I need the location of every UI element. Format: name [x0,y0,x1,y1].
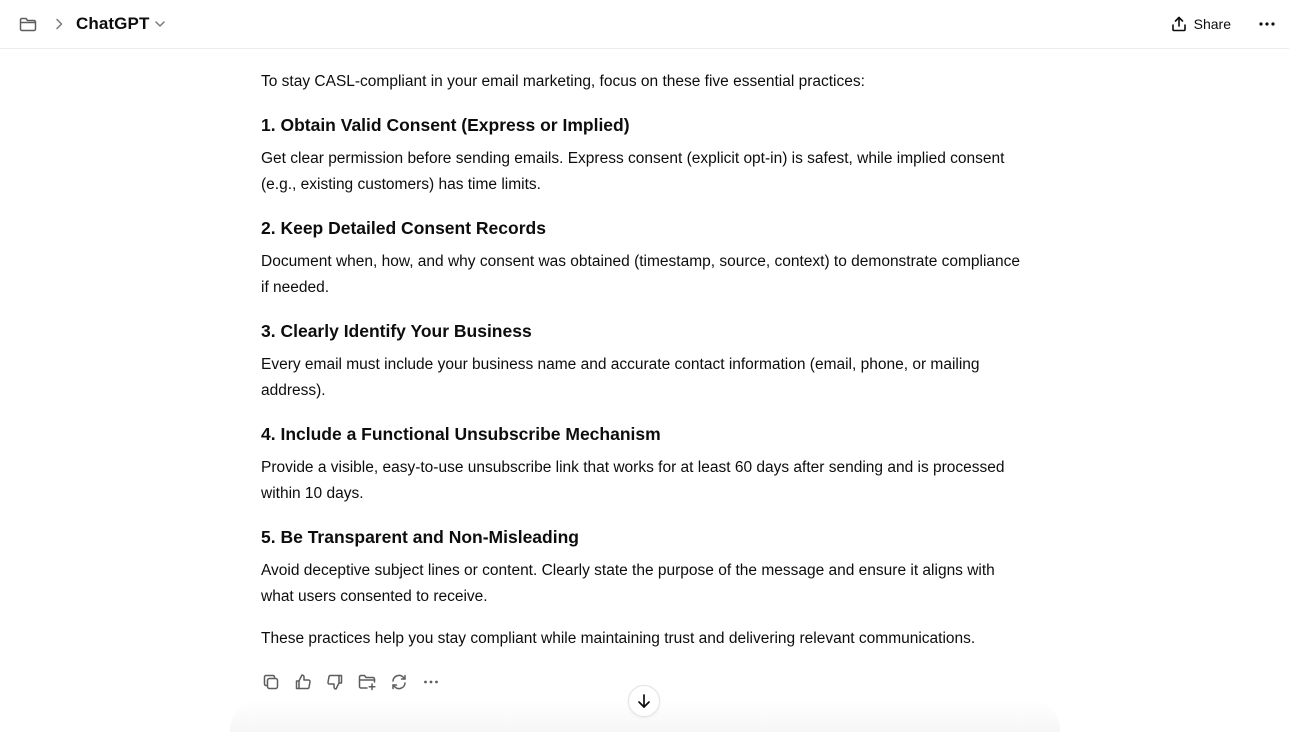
thumbs-up-icon[interactable] [291,670,315,694]
more-icon[interactable] [419,670,443,694]
arrow-down-icon [638,694,650,708]
page-title: ChatGPT [76,14,150,33]
message-actions [259,670,451,694]
section-2: 2. Keep Detailed Consent Records Documen… [261,216,1031,301]
section-body: Every email must include your business n… [261,356,980,399]
section-body: Provide a visible, easy-to-use unsubscri… [261,459,1005,502]
scroll-to-bottom-button[interactable] [628,685,660,717]
folder-icon[interactable] [18,14,38,34]
section-heading: 4. Include a Functional Unsubscribe Mech… [261,424,661,444]
message-closing: These practices help you stay compliant … [261,630,976,647]
copy-icon[interactable] [259,670,283,694]
share-button[interactable]: Share [1162,11,1239,37]
section-1: 1. Obtain Valid Consent (Express or Impl… [261,113,1031,198]
section-3: 3. Clearly Identify Your Business Every … [261,319,1031,404]
message-intro: To stay CASL-compliant in your email mar… [261,73,865,90]
top-bar-right: Share [1162,0,1279,48]
assistant-message: To stay CASL-compliant in your email mar… [261,68,1031,652]
chevron-down-icon [155,21,166,27]
breadcrumb-chevron-icon [38,17,66,31]
section-body: Avoid deceptive subject lines or content… [261,562,995,605]
section-4: 4. Include a Functional Unsubscribe Mech… [261,422,1031,507]
section-heading: 3. Clearly Identify Your Business [261,321,532,341]
folder-add-icon[interactable] [355,670,379,694]
top-bar-left: ChatGPT [18,0,167,48]
section-body: Get clear permission before sending emai… [261,150,1005,193]
section-heading: 5. Be Transparent and Non-Misleading [261,527,579,547]
more-options-icon[interactable] [1255,12,1279,36]
section-5: 5. Be Transparent and Non-Misleading Avo… [261,525,1031,610]
regenerate-icon[interactable] [387,670,411,694]
section-heading: 1. Obtain Valid Consent (Express or Impl… [261,115,630,135]
top-bar: ChatGPT Share [0,0,1289,49]
section-body: Document when, how, and why consent was … [261,253,1021,296]
section-heading: 2. Keep Detailed Consent Records [261,218,546,238]
share-icon [1171,16,1186,32]
thumbs-down-icon[interactable] [323,670,347,694]
share-label: Share [1193,16,1231,32]
model-selector[interactable]: ChatGPT [76,14,167,34]
